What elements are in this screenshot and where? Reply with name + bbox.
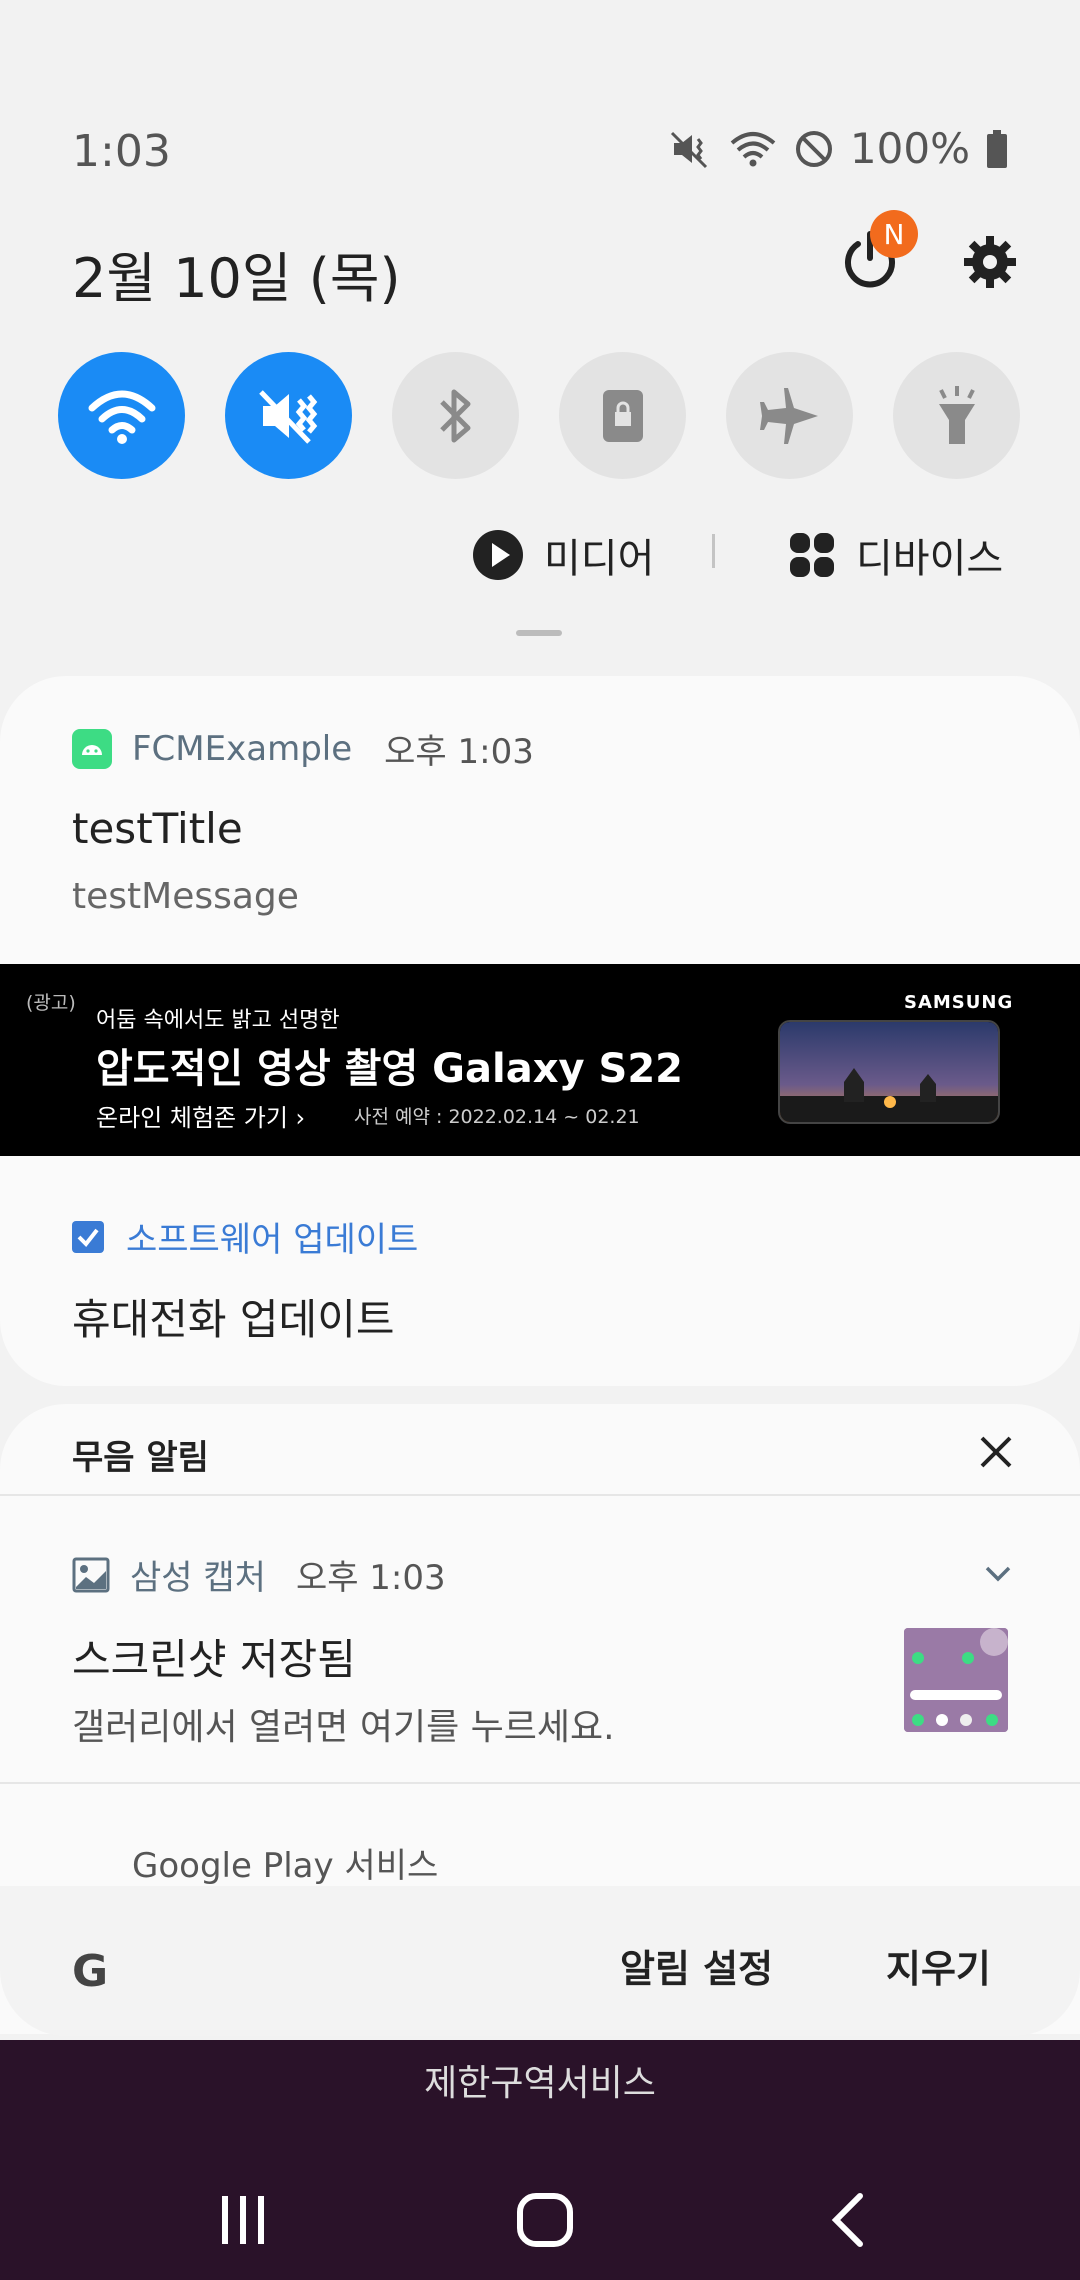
battery-percent: 100% — [849, 124, 970, 173]
software-update-app: 소프트웨어 업데이트 — [126, 1220, 419, 1260]
app-name: FCMExample — [132, 728, 353, 769]
notification-message[interactable]: testMessage — [72, 876, 299, 917]
wifi-tile[interactable] — [58, 352, 185, 479]
divider — [0, 1782, 1080, 1784]
silent-header: 무음 알림 — [72, 1438, 209, 1478]
back-icon[interactable] — [828, 2192, 868, 2248]
divider — [0, 1494, 1080, 1496]
notification-footer: G 알림 설정 지우기 — [0, 1886, 1080, 2036]
capture-app: 삼성 캡처 — [130, 1558, 266, 1598]
battery-icon — [987, 129, 1007, 168]
media-label: 미디어 — [544, 536, 655, 582]
divider — [712, 534, 715, 568]
flashlight-tile[interactable] — [893, 352, 1020, 479]
google-logo: G — [72, 1946, 109, 1997]
home-app-label[interactable]: 제한구역서비스 — [0, 2054, 1080, 2106]
bluetooth-icon — [439, 389, 470, 442]
screenshot-thumbnail[interactable] — [904, 1628, 1008, 1732]
ad-banner[interactable]: (광고) 어둠 속에서도 밝고 선명한 압도적인 영상 촬영 Galaxy S2… — [0, 964, 1080, 1156]
notification-card: FCMExample 오후 1:03 testTitle testMessage… — [0, 676, 1080, 1386]
mute-tile[interactable] — [225, 352, 352, 479]
date-label: 2월 10일 (목) — [72, 247, 401, 310]
media-button[interactable]: 미디어 — [472, 526, 654, 584]
mute-vibrate-icon — [670, 131, 707, 168]
notification-time: 오후 1:03 — [384, 732, 534, 772]
google-play-services-notification[interactable]: Google Play 서비스 — [132, 1838, 438, 1887]
capture-time: 오후 1:03 — [295, 1558, 446, 1598]
software-update-text[interactable]: 휴대전화 업데이트 — [72, 1286, 394, 1347]
capture-title[interactable]: 스크린샷 저장됨 — [72, 1626, 356, 1687]
devices-label: 디바이스 — [856, 536, 1004, 582]
recent-apps-icon[interactable] — [218, 2192, 268, 2248]
flashlight-icon — [938, 385, 975, 444]
airplane-icon — [759, 387, 818, 444]
checkbox-icon — [72, 1220, 104, 1253]
ad-cta-link[interactable]: 온라인 체험존 가기 › — [96, 1098, 305, 1133]
ad-tag: (광고) — [26, 992, 76, 1014]
close-icon[interactable] — [976, 1432, 1016, 1472]
notification-header[interactable]: FCMExample 오후 1:03 — [72, 724, 534, 773]
devices-button[interactable]: 디바이스 — [788, 526, 1003, 584]
screen-lock-icon — [602, 389, 643, 442]
bluetooth-tile[interactable] — [392, 352, 519, 479]
update-badge: N — [870, 210, 918, 258]
wifi-signal-icon — [730, 131, 776, 166]
home-icon[interactable] — [516, 2192, 574, 2248]
devices-grid-icon — [790, 533, 834, 577]
status-icons: 100% — [670, 124, 1008, 173]
ad-subtitle: 어둠 속에서도 밝고 선명한 — [96, 1008, 340, 1033]
clear-button[interactable]: 지우기 — [886, 1938, 991, 1993]
ad-date: 사전 예약 : 2022.02.14 ~ 02.21 — [354, 1106, 640, 1128]
gear-icon[interactable] — [960, 232, 1020, 292]
mute-vibrate-icon — [258, 389, 317, 444]
play-icon — [473, 530, 523, 580]
status-time: 1:03 — [72, 126, 171, 177]
do-not-disturb-icon — [795, 130, 832, 167]
capture-header[interactable]: 삼성 캡처 오후 1:03 — [72, 1550, 446, 1599]
airplane-tile[interactable] — [726, 352, 853, 479]
image-icon — [72, 1557, 110, 1592]
chevron-down-icon[interactable] — [984, 1564, 1012, 1584]
capture-message[interactable]: 갤러리에서 열려면 여기를 누르세요. — [72, 1698, 615, 1750]
android-icon — [72, 728, 112, 769]
ad-headline: 압도적인 영상 촬영 Galaxy S22 — [96, 1046, 683, 1092]
notification-title[interactable]: testTitle — [72, 804, 243, 853]
screen-lock-tile[interactable] — [559, 352, 686, 479]
notification-settings-button[interactable]: 알림 설정 — [620, 1938, 773, 1993]
drag-handle[interactable] — [516, 630, 562, 636]
wifi-icon — [88, 390, 155, 444]
ad-brand-logo: SAMSUNG — [904, 992, 1014, 1013]
software-update-header[interactable]: 소프트웨어 업데이트 — [72, 1212, 418, 1261]
quick-settings-tiles — [58, 352, 1020, 479]
home-screen-background: 제한구역서비스 — [0, 2040, 1080, 2280]
ad-phone-image — [778, 1020, 1000, 1124]
